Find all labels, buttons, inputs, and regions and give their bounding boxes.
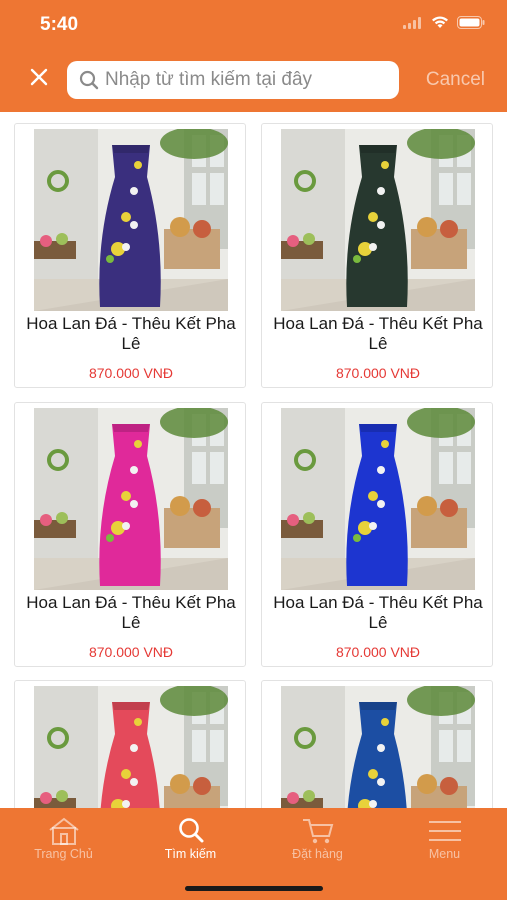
product-name: Hoa Lan Đá - Thêu Kết Pha Lê [273,314,483,353]
tab-label: Đặt hàng [292,847,343,861]
product-name: Hoa Lan Đá - Thêu Kết Pha Lê [273,593,483,632]
menu-icon [427,816,463,851]
tab-orders[interactable]: Đặt hàng [254,808,381,878]
product-price: 870.000 VNĐ [335,644,421,660]
product-price: 870.000 VNĐ [335,365,421,381]
status-icons [403,16,485,34]
product-card[interactable] [261,680,493,808]
product-price: 870.000 VNĐ [88,644,174,660]
tab-label: Menu [428,847,461,861]
product-card[interactable]: Hoa Lan Đá - Thêu Kết Pha Lê 870.000 VNĐ [261,123,493,388]
tab-search[interactable]: Tìm kiếm [127,808,254,878]
product-image [281,129,475,311]
search-box[interactable] [67,61,399,99]
tab-label: Tìm kiếm [164,847,217,861]
search-input[interactable] [105,69,375,91]
close-button[interactable] [26,66,52,92]
cancel-button[interactable]: Cancel [426,69,485,91]
app-header: 5:40 Cancel [0,0,507,112]
search-icon [79,70,99,90]
product-price: 870.000 VNĐ [88,365,174,381]
product-image [34,129,228,311]
cart-icon [301,816,335,851]
search-icon [176,816,206,851]
product-card[interactable]: Hoa Lan Đá - Thêu Kết Pha Lê 870.000 VNĐ [261,402,493,667]
product-image [34,686,228,808]
status-time: 5:40 [40,14,79,35]
product-grid: Hoa Lan Đá - Thêu Kết Pha Lê 870.000 VNĐ… [0,112,507,808]
product-image [34,408,228,590]
product-name: Hoa Lan Đá - Thêu Kết Pha Lê [26,314,236,353]
wifi-icon [431,16,449,34]
product-name: Hoa Lan Đá - Thêu Kết Pha Lê [26,593,236,632]
close-icon [30,68,48,91]
tab-menu[interactable]: Menu [381,808,507,878]
battery-icon [457,16,485,34]
product-card[interactable]: Hoa Lan Đá - Thêu Kết Pha Lê 870.000 VNĐ [14,123,246,388]
product-card[interactable]: Hoa Lan Đá - Thêu Kết Pha Lê 870.000 VNĐ [14,402,246,667]
product-image [281,408,475,590]
home-indicator [185,886,323,891]
signal-icon [403,16,423,34]
tab-home[interactable]: Trang Chủ [0,808,127,878]
home-icon [47,816,81,851]
tab-label: Trang Chủ [34,847,93,861]
product-card[interactable] [14,680,246,808]
product-image [281,686,475,808]
tab-bar: Trang Chủ Tìm kiếm Đặt hàng Menu [0,808,507,900]
